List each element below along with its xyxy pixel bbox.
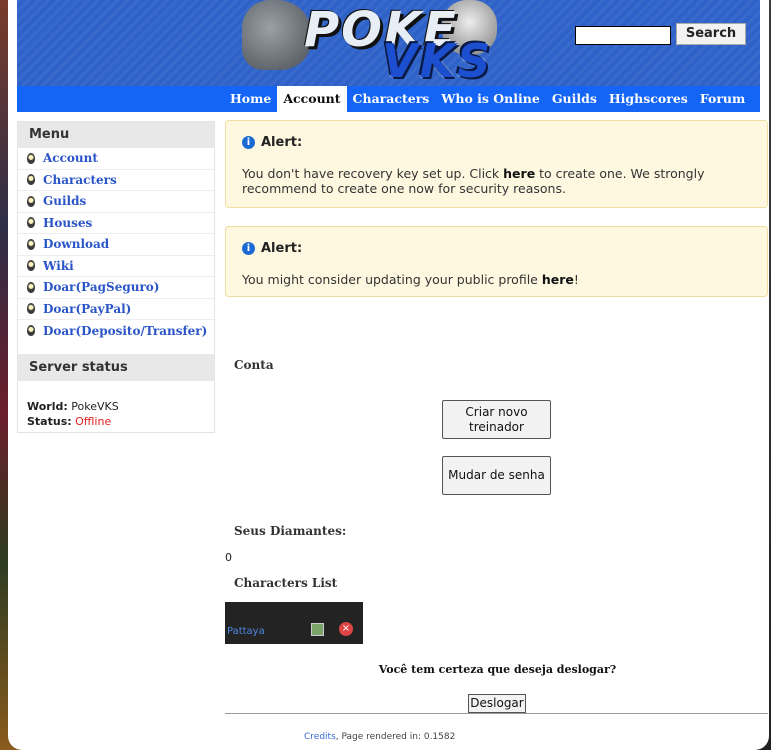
nav-guilds[interactable]: Guilds [546,86,603,112]
info-icon: i [242,136,255,149]
diamonds-heading: Seus Diamantes: [234,524,347,538]
sidebar-item-label: Wiki [43,258,74,273]
pokeball-bullet-icon [27,260,35,272]
create-trainer-button[interactable]: Criar novo treinador [442,400,551,439]
pokeball-bullet-icon [27,217,35,229]
pokemon-art-left [242,0,312,70]
alert-text: You don't have recovery key set up. Clic… [242,166,705,196]
sidebar-item-label: Doar(PayPal) [43,301,132,316]
delete-character-icon[interactable]: × [339,622,353,636]
sidebar-item-characters[interactable]: Characters [18,170,214,191]
main-nav: Home Account Characters Who is Online Gu… [17,86,760,112]
recovery-key-link[interactable]: here [503,166,535,181]
site-logo[interactable]: POKE VKS [242,0,502,88]
world-label: World: [27,399,68,413]
search-button[interactable]: Search [676,23,746,45]
characters-list-heading: Characters List [234,576,338,590]
alert-public-profile: i Alert: You might consider updating your… [225,226,768,297]
sidebar: Menu Account Characters Guilds Houses Do… [17,121,215,433]
alert-title: Alert: [261,135,303,150]
sidebar-item-download[interactable]: Download [18,234,214,256]
sidebar-item-label: Houses [43,215,93,230]
info-icon: i [242,242,255,255]
nav-forum[interactable]: Forum [694,86,751,112]
change-password-button[interactable]: Mudar de senha [442,456,551,495]
pokeball-bullet-icon [27,303,35,315]
site-header: POKE VKS Search Home Account Characters … [17,0,760,112]
nav-characters[interactable]: Characters [347,86,436,112]
pokeball-bullet-icon [27,325,35,337]
status-label: Status: [27,414,72,428]
sidebar-item-label: Account [43,151,98,166]
pokeball-bullet-icon [27,238,35,250]
world-value: PokeVKS [71,399,119,413]
page-container: POKE VKS Search Home Account Characters … [8,0,769,750]
sidebar-item-guilds[interactable]: Guilds [18,191,214,213]
nav-who-is-online[interactable]: Who is Online [435,86,545,112]
status-value: Offline [75,414,112,428]
sidebar-item-doar-deposito[interactable]: Doar(Deposito/Transfer) [18,320,214,342]
pokeball-bullet-icon [27,195,35,207]
menu-title: Menu [18,122,214,148]
character-name-link[interactable]: Pattaya [227,626,265,637]
divider [225,713,768,714]
nav-account[interactable]: Account [277,86,347,112]
logout-button[interactable]: Deslogar [468,694,526,713]
search-input[interactable] [575,26,671,45]
credits-link[interactable]: Credits [304,732,336,742]
alert-text: You might consider updating your public … [242,272,579,287]
sidebar-item-wiki[interactable]: Wiki [18,256,214,277]
sidebar-item-label: Download [43,237,110,252]
alert-title: Alert: [261,241,303,256]
conta-heading: Conta [234,358,274,372]
alert-recovery-key: i Alert: You don't have recovery key set … [225,120,768,208]
sidebar-item-label: Doar(PagSeguro) [43,280,160,295]
nav-home[interactable]: Home [224,86,277,112]
character-row: Pattaya × [225,602,363,644]
sidebar-item-account[interactable]: Account [18,148,214,170]
logout-confirm-text: Você tem certeza que deseja deslogar? [378,663,617,676]
sidebar-item-doar-pagseguro[interactable]: Doar(PagSeguro) [18,277,214,299]
server-status-title: Server status [18,353,214,381]
render-time: , Page rendered in: 0.1582 [335,732,456,742]
nav-highscores[interactable]: Highscores [603,86,694,112]
diamonds-value: 0 [225,551,232,564]
pokeball-bullet-icon [27,281,35,293]
sidebar-item-doar-paypal[interactable]: Doar(PayPal) [18,299,214,320]
logo-text-bottom: VKS [382,34,493,88]
sidebar-item-houses[interactable]: Houses [18,213,214,234]
edit-character-icon[interactable] [311,623,324,636]
sidebar-item-label: Doar(Deposito/Transfer) [43,323,208,338]
server-status: World: PokeVKS Status: Offline [18,381,214,429]
pokeball-bullet-icon [27,174,35,186]
sidebar-item-label: Characters [43,172,117,187]
public-profile-link[interactable]: here [542,272,574,287]
footer: Credits, Page rendered in: 0.1582 [304,732,455,742]
sidebar-item-label: Guilds [43,194,87,209]
pokeball-bullet-icon [27,152,35,164]
